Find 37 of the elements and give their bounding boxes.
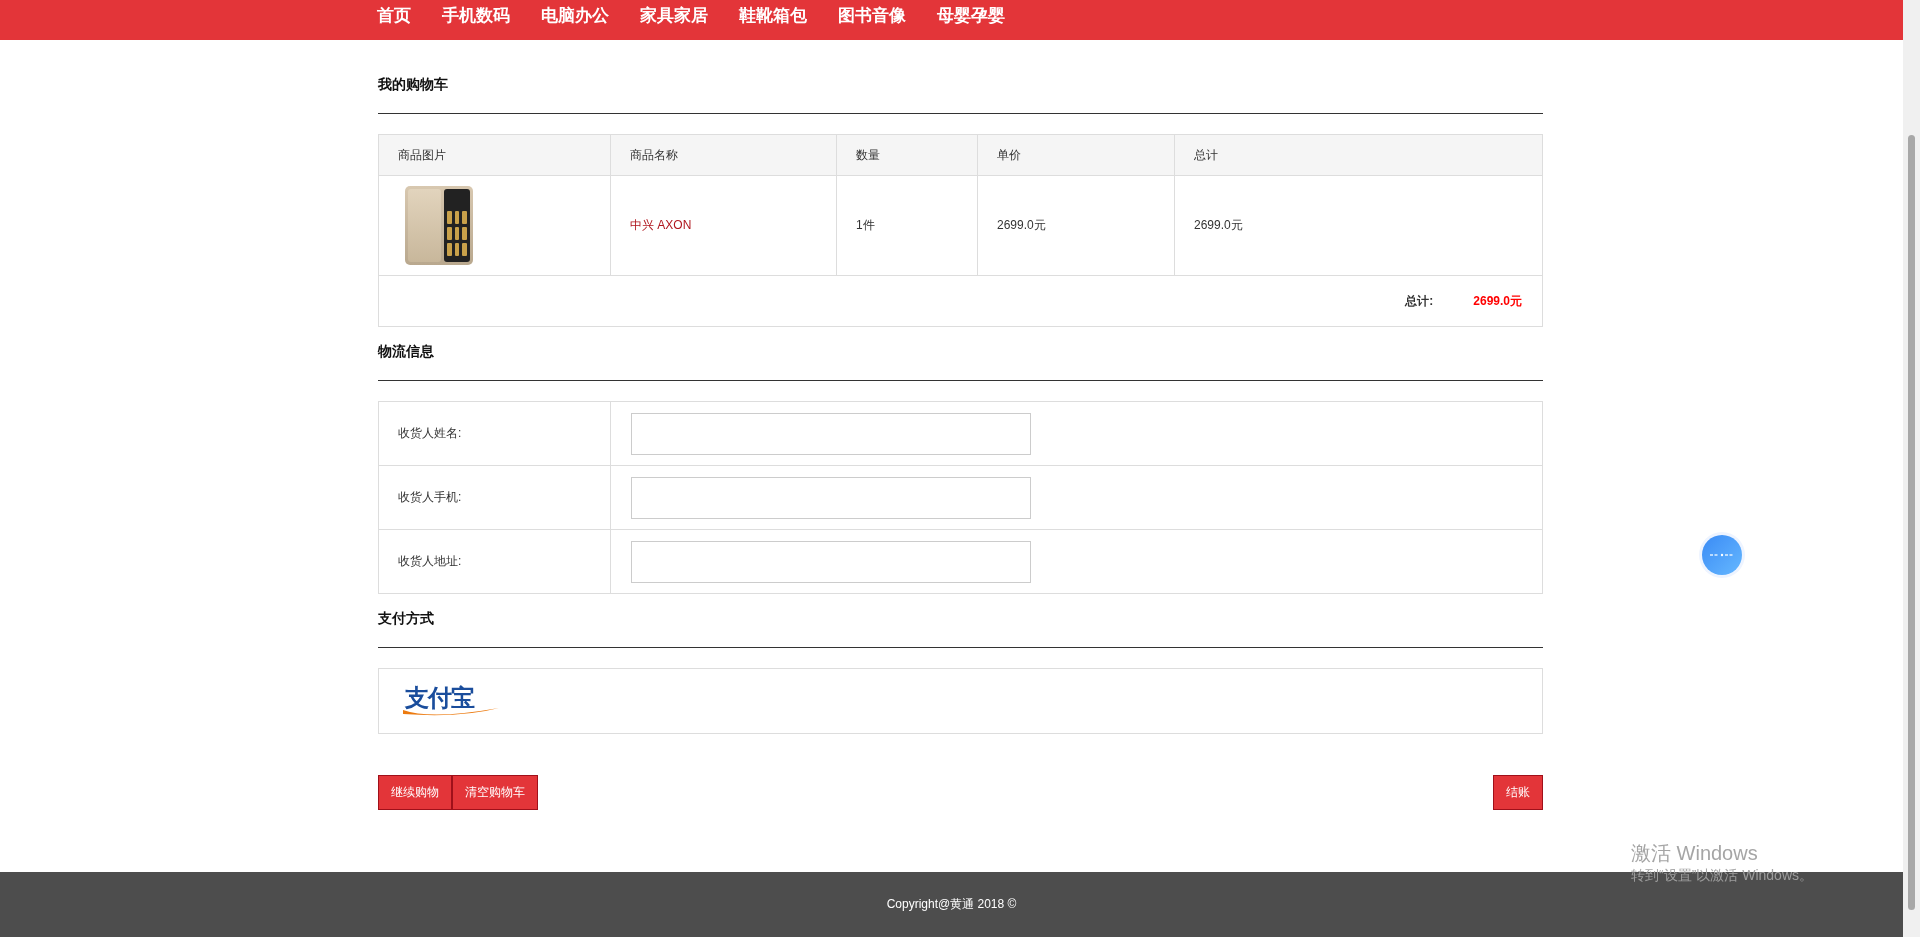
payment-option-card[interactable]: 支付宝 (378, 668, 1543, 734)
section-title: 物流信息 (378, 342, 435, 361)
nav-link[interactable]: 母婴孕婴 (937, 3, 1005, 27)
floating-ball-icon[interactable] (1698, 531, 1746, 579)
activation-hint: 转到“设置”以激活 Windows。 (1631, 866, 1813, 884)
column-header: 总计 (1174, 134, 1543, 176)
table-cell: 2699.0元 (1174, 175, 1543, 276)
total-value: 2699.0元 (1473, 292, 1522, 310)
field-label: 收货人手机: (378, 465, 611, 530)
column-header: 单价 (977, 134, 1175, 176)
nav-link[interactable]: 家具家居 (640, 3, 708, 27)
action-button[interactable]: 清空购物车 (452, 775, 538, 810)
column-header: 数量 (836, 134, 978, 176)
field-label: 收货人地址: (378, 529, 611, 594)
payment-logo: 支付宝 (401, 682, 501, 720)
action-button[interactable]: 结账 (1493, 775, 1543, 810)
section-title: 我的购物车 (378, 75, 449, 94)
input-field[interactable] (631, 476, 1031, 519)
activation-title: 激活 Windows (1631, 841, 1759, 866)
nav-link[interactable]: 电脑办公 (541, 3, 609, 27)
nav-link[interactable]: 鞋靴箱包 (739, 3, 807, 27)
input-field[interactable] (631, 540, 1031, 583)
table-cell: 2699.0元 (977, 175, 1175, 276)
copyright-text: Copyright@黄通 2018 © (886, 896, 1017, 913)
table-cell: 1件 (836, 175, 978, 276)
scrollbar-thumb[interactable] (1908, 135, 1915, 910)
nav-link[interactable]: 首页 (377, 3, 411, 27)
product-name-link[interactable]: 中兴 AXON (610, 175, 837, 276)
nav-link[interactable]: 手机数码 (442, 3, 510, 27)
nav-link[interactable]: 图书音像 (838, 3, 906, 27)
field-label: 收货人姓名: (378, 401, 611, 466)
input-field[interactable] (631, 412, 1031, 455)
column-header: 商品名称 (610, 134, 837, 176)
total-label: 总计: (1405, 292, 1434, 310)
action-button[interactable]: 继续购物 (378, 775, 452, 810)
section-title: 支付方式 (378, 609, 435, 628)
column-header: 商品图片 (378, 134, 611, 176)
